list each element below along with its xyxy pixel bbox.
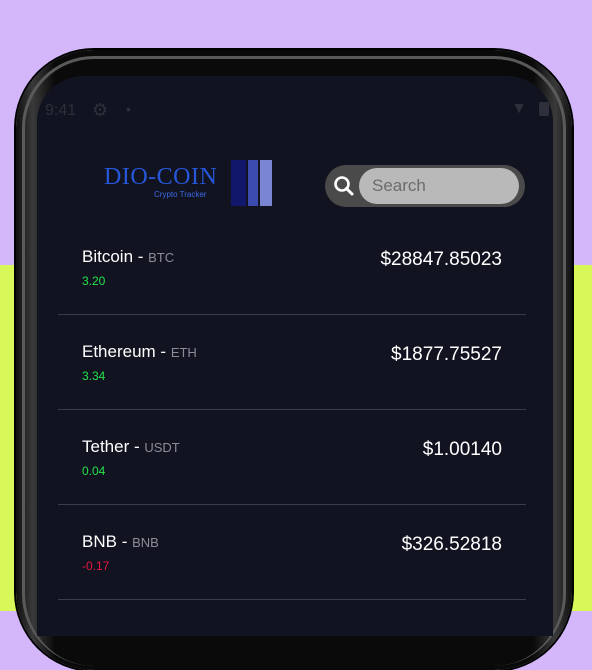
coin-list[interactable]: Bitcoin - BTC 3.20 $28847.85023 Ethereum… [58,220,526,600]
coin-name-text: Bitcoin [82,247,134,266]
coin-name-text: BNB [82,532,117,551]
battery-icon [539,102,549,116]
search-bar[interactable] [325,165,525,207]
coin-price: $326.52818 [401,534,502,555]
coin-name-text: Tether [82,437,130,456]
coin-row-eth[interactable]: Ethereum - ETH 3.34 $1877.75527 [58,315,526,410]
coin-row-btc[interactable]: Bitcoin - BTC 3.20 $28847.85023 [58,220,526,315]
coin-name: Ethereum - ETH [82,342,197,361]
app-logo: DIO-COIN Crypto Tracker [104,160,280,208]
coin-price: $28847.85023 [380,249,502,270]
coin-name: Bitcoin - BTC [82,247,175,266]
coin-name-text: Ethereum [82,342,156,361]
coin-price: $1.00140 [422,439,502,460]
coin-symbol: ETH [170,345,197,360]
status-bar: 9:41 ⚙ • ▼ [37,76,553,140]
coin-name: Tether - USDT [82,437,180,456]
coin-change: 3.34 [82,369,106,383]
notification-dot-icon: • [126,101,131,117]
coin-change: 3.20 [82,274,106,288]
search-input[interactable] [359,168,519,204]
coin-symbol: BNB [132,535,159,550]
coin-row-bnb[interactable]: BNB - BNB -0.17 $326.52818 [58,505,526,600]
logo-title: DIO-COIN [104,164,218,190]
coin-symbol: USDT [144,440,180,455]
coin-change: 0.04 [82,464,106,478]
search-icon[interactable] [331,173,357,199]
coin-price: $1877.75527 [391,344,502,365]
app-screen: 9:41 ⚙ • ▼ DIO-COIN Crypto Tracker Bitco… [37,76,553,636]
coin-symbol: BTC [148,250,175,265]
gear-icon: ⚙ [92,100,109,120]
logo-bars [231,160,274,206]
coin-row-usdt[interactable]: Tether - USDT 0.04 $1.00140 [58,410,526,505]
wifi-icon: ▼ [511,100,527,117]
status-time: 9:41 [45,102,77,119]
coin-change: -0.17 [82,559,110,573]
logo-subtitle: Crypto Tracker [154,190,207,199]
coin-name: BNB - BNB [82,532,159,551]
